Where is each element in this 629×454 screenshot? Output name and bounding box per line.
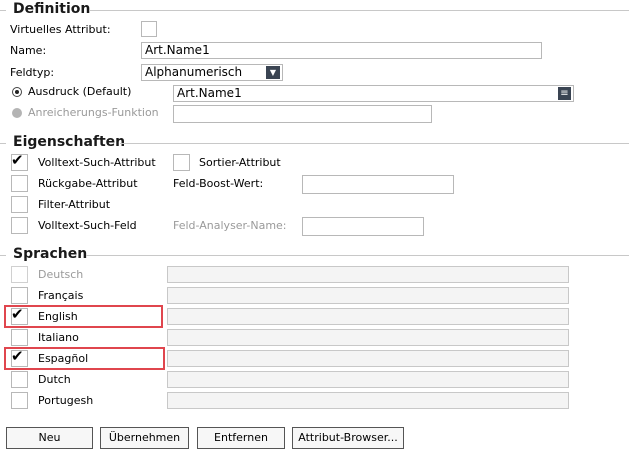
- language-checkbox-deutsch[interactable]: [11, 266, 28, 283]
- feld-analyser-label: Feld-Analyser-Name:: [173, 219, 287, 232]
- ausdruck-value: Art.Name1: [177, 86, 242, 100]
- sortier-attribut-label: Sortier-Attribut: [199, 156, 281, 169]
- language-label-francais: Français: [38, 289, 84, 302]
- sortier-attribut-checkbox[interactable]: [173, 154, 190, 171]
- neu-button[interactable]: Neu: [6, 427, 93, 449]
- entfernen-button[interactable]: Entfernen: [197, 427, 285, 449]
- section-line-right: [86, 255, 629, 256]
- volltext-such-attribut-checkbox[interactable]: ✔: [11, 151, 28, 171]
- rueckgabe-attribut-checkbox[interactable]: [11, 175, 28, 192]
- language-checkbox-portugesh[interactable]: [11, 392, 28, 409]
- section-line-right: [120, 143, 629, 144]
- language-input-deutsch[interactable]: [167, 266, 569, 283]
- filter-attribut-checkbox[interactable]: [11, 196, 28, 213]
- language-input-italiano[interactable]: [167, 329, 569, 346]
- radio-selected-dot: [15, 90, 19, 94]
- highlight-espagnol: [4, 347, 165, 370]
- section-line-right: [90, 10, 629, 11]
- filter-attribut-label: Filter-Attribut: [38, 198, 111, 211]
- volltext-such-feld-checkbox[interactable]: [11, 217, 28, 234]
- anreicherung-input[interactable]: [173, 105, 432, 123]
- section-line-left: [0, 10, 6, 11]
- language-input-english[interactable]: [167, 308, 569, 325]
- language-input-francais[interactable]: [167, 287, 569, 304]
- section-title-definition: Definition: [13, 1, 91, 17]
- name-label: Name:: [10, 44, 47, 57]
- feldtyp-value: Alphanumerisch: [145, 65, 243, 79]
- language-label-portugesh: Portugesh: [38, 394, 94, 407]
- virtual-attribute-label: Virtuelles Attribut:: [10, 23, 111, 36]
- ausdruck-radio[interactable]: [12, 87, 22, 97]
- ausdruck-input[interactable]: Art.Name1 ≡: [173, 85, 574, 102]
- language-label-deutsch: Deutsch: [38, 268, 84, 281]
- ausdruck-label: Ausdruck (Default): [28, 85, 132, 98]
- check-icon: ✔: [11, 151, 24, 169]
- list-menu-icon[interactable]: ≡: [558, 87, 571, 100]
- feld-boost-input[interactable]: [302, 175, 454, 194]
- attribut-browser-button[interactable]: Attribut-Browser...: [292, 427, 404, 449]
- feldtyp-label: Feldtyp:: [10, 66, 55, 79]
- feld-analyser-input[interactable]: [302, 217, 424, 236]
- anreicherung-label: Anreicherungs-Funktion: [28, 106, 159, 119]
- section-title-eigenschaften: Eigenschaften: [13, 134, 126, 150]
- feld-boost-label: Feld-Boost-Wert:: [173, 177, 264, 190]
- language-label-italiano: Italiano: [38, 331, 79, 344]
- virtual-attribute-checkbox[interactable]: [141, 21, 157, 37]
- language-checkbox-italiano[interactable]: [11, 329, 28, 346]
- feldtyp-select[interactable]: Alphanumerisch ▼: [141, 64, 283, 81]
- highlight-english: [4, 305, 163, 328]
- language-checkbox-francais[interactable]: [11, 287, 28, 304]
- section-title-sprachen: Sprachen: [13, 246, 88, 262]
- chevron-down-icon: ▼: [266, 66, 280, 79]
- language-input-espagnol[interactable]: [167, 350, 569, 367]
- language-input-portugesh[interactable]: [167, 392, 569, 409]
- name-input[interactable]: Art.Name1: [141, 42, 542, 59]
- language-checkbox-dutch[interactable]: [11, 371, 28, 388]
- section-line-left: [0, 143, 6, 144]
- language-input-dutch[interactable]: [167, 371, 569, 388]
- uebernehmen-button[interactable]: Übernehmen: [100, 427, 189, 449]
- anreicherung-radio[interactable]: [12, 108, 22, 118]
- rueckgabe-attribut-label: Rückgabe-Attribut: [38, 177, 138, 190]
- section-line-left: [0, 255, 6, 256]
- volltext-such-attribut-label: Volltext-Such-Attribut: [38, 156, 156, 169]
- volltext-such-feld-label: Volltext-Such-Feld: [38, 219, 137, 232]
- language-label-dutch: Dutch: [38, 373, 71, 386]
